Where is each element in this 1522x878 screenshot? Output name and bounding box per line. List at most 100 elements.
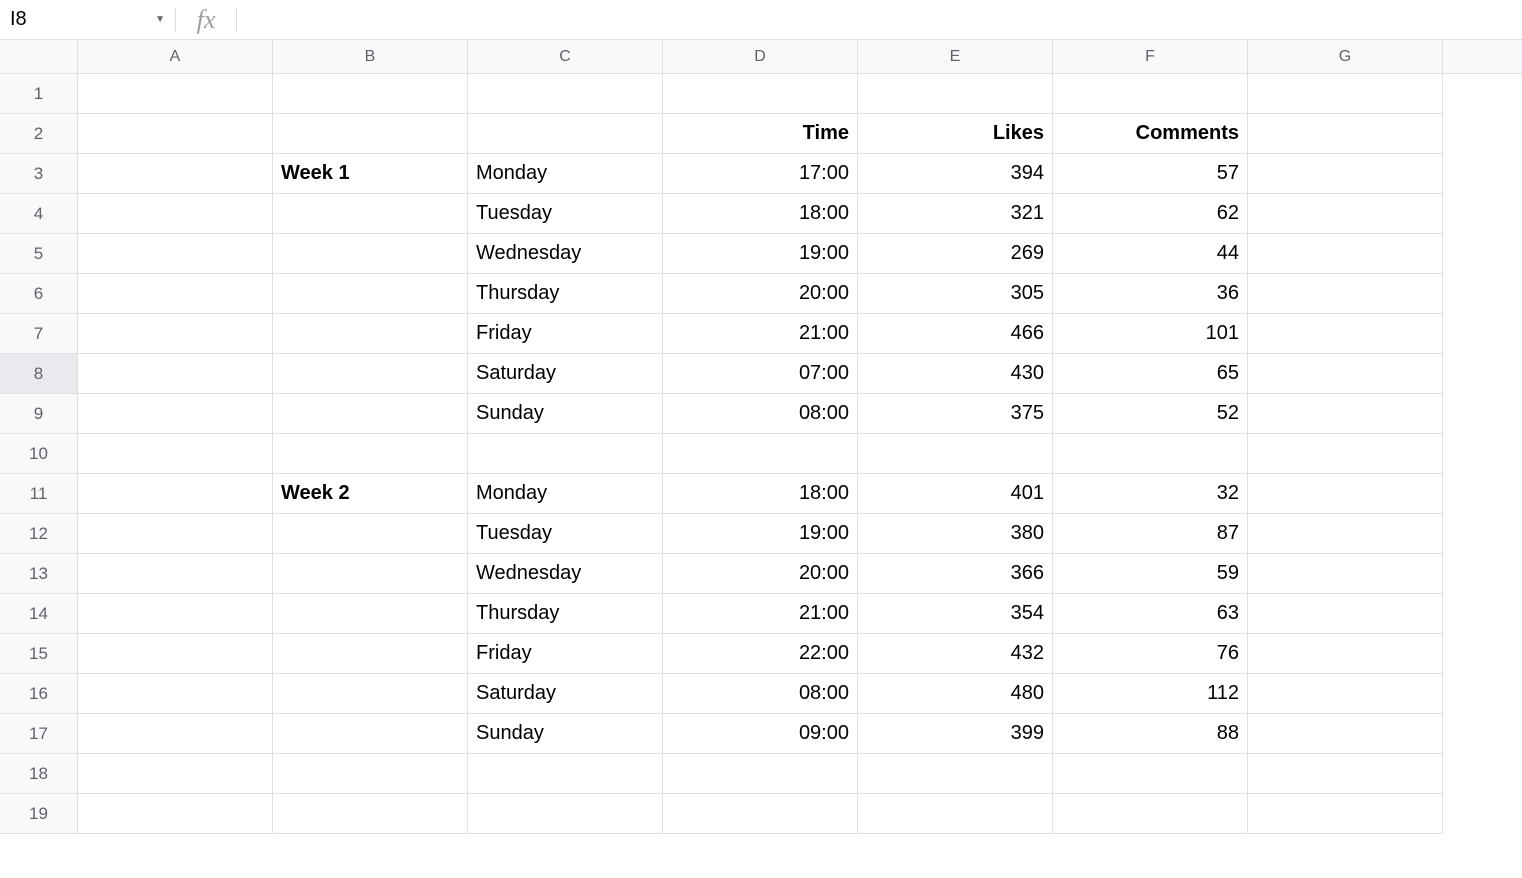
cell[interactable] [1248,154,1443,194]
row-header[interactable]: 5 [0,234,78,274]
row-header[interactable]: 7 [0,314,78,354]
cell[interactable] [1248,434,1443,474]
cell[interactable]: Monday [468,154,663,194]
cell[interactable]: 399 [858,714,1053,754]
cell[interactable] [1248,794,1443,834]
cell[interactable]: 63 [1053,594,1248,634]
cell[interactable]: 36 [1053,274,1248,314]
cell[interactable]: 18:00 [663,474,858,514]
cell[interactable]: 480 [858,674,1053,714]
cell[interactable]: 59 [1053,554,1248,594]
cell[interactable] [78,74,273,114]
cell-week2-label[interactable]: Week 2 [273,474,468,514]
cell[interactable]: 466 [858,314,1053,354]
column-header-c[interactable]: C [468,40,663,73]
cell[interactable] [78,154,273,194]
cell[interactable]: 87 [1053,514,1248,554]
cell[interactable]: 19:00 [663,234,858,274]
cell-header-likes[interactable]: Likes [858,114,1053,154]
cell[interactable]: 09:00 [663,714,858,754]
cell[interactable] [78,194,273,234]
row-header[interactable]: 16 [0,674,78,714]
cell[interactable] [663,754,858,794]
cell[interactable] [273,394,468,434]
cell[interactable]: 432 [858,634,1053,674]
cell[interactable]: 88 [1053,714,1248,754]
cell[interactable]: 32 [1053,474,1248,514]
cell[interactable] [858,754,1053,794]
cell[interactable] [273,674,468,714]
cell[interactable] [1248,234,1443,274]
cell[interactable] [78,434,273,474]
cell[interactable] [1248,594,1443,634]
cell[interactable]: 305 [858,274,1053,314]
cell[interactable] [1053,794,1248,834]
row-header[interactable]: 1 [0,74,78,114]
column-header-e[interactable]: E [858,40,1053,73]
cell[interactable] [273,194,468,234]
cell[interactable]: Saturday [468,354,663,394]
cell[interactable]: 18:00 [663,194,858,234]
cell[interactable] [1248,354,1443,394]
row-header[interactable]: 8 [0,354,78,394]
cell[interactable] [273,114,468,154]
row-header[interactable]: 4 [0,194,78,234]
cell[interactable] [78,754,273,794]
cell[interactable] [1248,394,1443,434]
cell[interactable] [78,794,273,834]
cell[interactable] [273,514,468,554]
cell[interactable]: 401 [858,474,1053,514]
cell[interactable]: 07:00 [663,354,858,394]
cell[interactable]: Tuesday [468,514,663,554]
cell[interactable] [1248,754,1443,794]
cell[interactable]: Sunday [468,714,663,754]
cell[interactable] [273,714,468,754]
cell[interactable]: Saturday [468,674,663,714]
cell[interactable] [468,794,663,834]
cell[interactable] [1248,514,1443,554]
cell[interactable] [1053,434,1248,474]
cell[interactable] [663,434,858,474]
cell[interactable] [1053,754,1248,794]
cell[interactable] [273,74,468,114]
cell[interactable] [78,274,273,314]
cell[interactable]: 354 [858,594,1053,634]
cell[interactable]: 366 [858,554,1053,594]
cell[interactable] [78,354,273,394]
cell[interactable] [273,434,468,474]
cell[interactable]: Tuesday [468,194,663,234]
column-header-a[interactable]: A [78,40,273,73]
cell[interactable] [1053,74,1248,114]
cell[interactable] [78,114,273,154]
cell[interactable]: 17:00 [663,154,858,194]
cell[interactable] [78,474,273,514]
cell[interactable] [468,74,663,114]
cell[interactable] [1248,554,1443,594]
row-header[interactable]: 10 [0,434,78,474]
row-header[interactable]: 18 [0,754,78,794]
cell[interactable]: 19:00 [663,514,858,554]
cell[interactable]: 430 [858,354,1053,394]
cell[interactable] [858,794,1053,834]
cell[interactable] [273,754,468,794]
row-header[interactable]: 13 [0,554,78,594]
cell[interactable]: 112 [1053,674,1248,714]
cell[interactable]: Wednesday [468,554,663,594]
cell[interactable] [1248,274,1443,314]
cell[interactable] [273,234,468,274]
column-header-g[interactable]: G [1248,40,1443,73]
cell[interactable]: Friday [468,634,663,674]
cell[interactable]: 375 [858,394,1053,434]
cell[interactable]: Friday [468,314,663,354]
cell[interactable] [1248,74,1443,114]
cell[interactable]: 394 [858,154,1053,194]
cell[interactable] [1248,314,1443,354]
cell[interactable] [663,74,858,114]
cell[interactable]: Wednesday [468,234,663,274]
cell[interactable] [1248,194,1443,234]
cell[interactable] [468,434,663,474]
row-header[interactable]: 11 [0,474,78,514]
cell[interactable]: 22:00 [663,634,858,674]
cell[interactable] [78,714,273,754]
cell[interactable]: 20:00 [663,554,858,594]
